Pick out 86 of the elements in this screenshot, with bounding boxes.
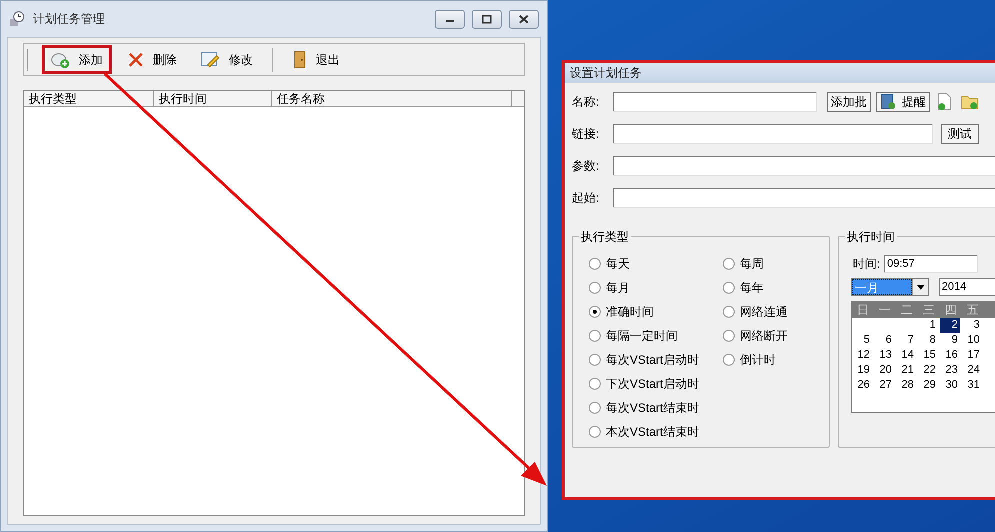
calendar-day[interactable]: 16 <box>940 348 960 363</box>
weekday-header: 一 <box>878 302 892 318</box>
calendar-day[interactable]: 13 <box>874 348 894 363</box>
new-file-icon[interactable] <box>937 93 953 111</box>
text-input-field[interactable] <box>613 188 995 208</box>
calendar-day[interactable]: 22 <box>918 363 938 378</box>
batch-add-button[interactable]: 添加批 <box>827 92 871 112</box>
field-label: 起始: <box>572 190 600 207</box>
group-title: 执行时间 <box>845 228 897 246</box>
calendar-day[interactable]: 30 <box>940 378 960 393</box>
book-plus-icon <box>880 94 896 110</box>
maximize-icon <box>482 14 492 24</box>
window-title: 计划任务管理 <box>33 11 105 28</box>
toolbar-edit-button[interactable]: 修改 <box>192 45 262 74</box>
weekday-header: 日 <box>856 302 870 318</box>
radio-option[interactable]: 本次VStart结束时 <box>589 423 701 441</box>
time-input-field[interactable]: 09:57 <box>884 255 978 273</box>
toolbar-exit-button[interactable]: 退出 <box>283 45 349 74</box>
field-label: 名称: <box>572 94 600 111</box>
radio-option[interactable]: 每月 <box>589 279 701 297</box>
year-input-field[interactable]: 2014 <box>939 278 995 296</box>
radio-option[interactable]: 网络连通 <box>723 303 788 321</box>
door-icon <box>292 50 308 68</box>
calendar-day[interactable]: 31 <box>962 378 982 393</box>
calendar-day[interactable]: 14 <box>896 348 916 363</box>
caret-icon <box>916 284 924 290</box>
app-clock-icon <box>9 11 25 27</box>
calendar-day[interactable]: 15 <box>918 348 938 363</box>
calendar-day[interactable]: 24 <box>962 363 982 378</box>
radio-option[interactable]: 准确时间 <box>589 303 701 321</box>
weekday-header: 二 <box>900 302 914 318</box>
folder-plus-icon[interactable] <box>961 94 979 110</box>
calendar-day[interactable]: 12 <box>852 348 872 363</box>
radio-option[interactable]: 每天 <box>589 255 701 273</box>
calendar-day[interactable]: 10 <box>962 333 982 348</box>
weekday-header: 五 <box>966 302 980 318</box>
reminder-button[interactable]: 提醒 <box>876 92 930 112</box>
group-title: 执行类型 <box>579 228 631 246</box>
calendar-day[interactable]: 17 <box>962 348 982 363</box>
calendar-day[interactable]: 23 <box>940 363 960 378</box>
column-header[interactable]: 执行时间 <box>154 91 272 106</box>
weekday-header: 三 <box>922 302 936 318</box>
calendar-day[interactable]: 3 <box>962 318 982 333</box>
calendar-day[interactable]: 20 <box>874 363 894 378</box>
radio-option[interactable]: 每年 <box>723 279 788 297</box>
text-input-field[interactable] <box>613 156 995 176</box>
dialog-title: 设置计划任务 <box>570 65 642 82</box>
delete-icon <box>127 50 145 68</box>
text-input-field[interactable] <box>613 124 933 144</box>
calendar-day[interactable]: 9 <box>940 333 960 348</box>
minimize-button[interactable] <box>435 10 465 28</box>
column-header[interactable]: 执行类型 <box>24 91 154 106</box>
calendar-day[interactable]: 7 <box>896 333 916 348</box>
calendar-day[interactable]: 1 <box>918 318 938 333</box>
calendar-day[interactable]: 8 <box>918 333 938 348</box>
radio-option[interactable]: 每周 <box>723 255 788 273</box>
calendar-day[interactable]: 27 <box>874 378 894 393</box>
close-button[interactable] <box>509 10 539 28</box>
calendar-day[interactable]: 6 <box>874 333 894 348</box>
toolbar-delete-button[interactable]: 删除 <box>118 45 186 74</box>
toolbar-add-button[interactable]: 添加 <box>42 45 112 74</box>
weekday-header: 四 <box>944 302 958 318</box>
radio-option[interactable]: 倒计时 <box>723 351 788 369</box>
radio-option[interactable]: 每次VStart结束时 <box>589 399 701 417</box>
edit-icon <box>201 50 221 68</box>
calendar-day[interactable]: 21 <box>896 363 916 378</box>
text-input-field[interactable] <box>613 92 817 112</box>
calendar-day[interactable]: 2 <box>940 318 960 333</box>
disc-plus-icon <box>51 50 71 68</box>
radio-option[interactable]: 下次VStart启动时 <box>589 375 701 393</box>
calendar-day[interactable]: 26 <box>852 378 872 393</box>
field-label: 时间: <box>853 256 880 273</box>
field-label: 参数: <box>572 158 600 175</box>
radio-option[interactable]: 每隔一定时间 <box>589 327 701 345</box>
calendar-day[interactable]: 5 <box>852 333 872 348</box>
calendar-day[interactable]: 29 <box>918 378 938 393</box>
minimize-icon <box>446 20 454 22</box>
radio-option[interactable]: 每次VStart启动时 <box>589 351 701 369</box>
calendar-day[interactable]: 19 <box>852 363 872 378</box>
calendar-day[interactable]: 28 <box>896 378 916 393</box>
column-header[interactable]: 任务名称 <box>272 91 512 106</box>
test-button[interactable]: 测试 <box>941 124 979 144</box>
close-icon <box>519 14 529 24</box>
maximize-button[interactable] <box>472 10 502 28</box>
radio-option[interactable]: 网络断开 <box>723 327 788 345</box>
field-label: 链接: <box>572 126 600 143</box>
